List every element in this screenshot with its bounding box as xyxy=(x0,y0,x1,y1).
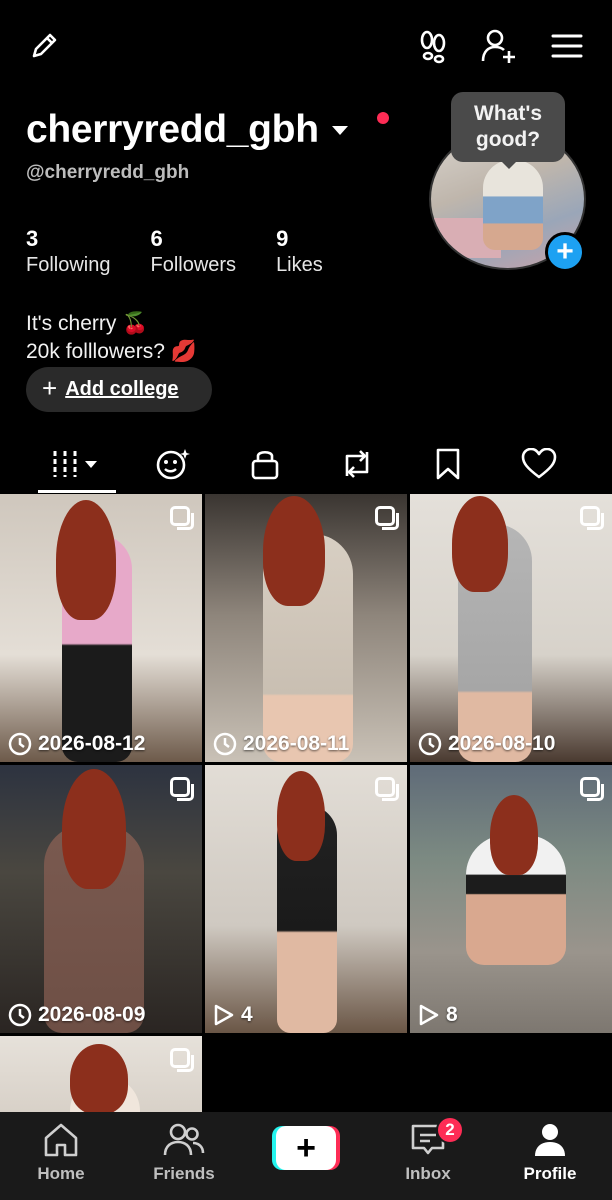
plus-icon: + xyxy=(556,235,574,268)
post-tile[interactable] xyxy=(0,1036,202,1112)
add-story-button[interactable]: + xyxy=(545,232,585,272)
clock-icon xyxy=(418,732,442,756)
stat-following[interactable]: 3 Following xyxy=(26,226,110,278)
multi-photo-icon xyxy=(375,777,399,801)
heart-icon xyxy=(521,448,557,479)
multi-photo-icon xyxy=(580,506,604,530)
tab-private[interactable] xyxy=(237,436,293,492)
add-college-button[interactable]: + Add college xyxy=(26,367,212,412)
post-date: 2026-08-12 xyxy=(38,732,146,755)
clock-icon xyxy=(8,732,32,756)
post-meta: 2026-08-12 xyxy=(8,732,145,756)
multi-photo-icon xyxy=(170,1048,194,1072)
nav-label: Inbox xyxy=(405,1164,451,1183)
post-meta: 8 xyxy=(418,1003,458,1027)
post-date: 2026-08-11 xyxy=(243,732,350,755)
stat-label: Following xyxy=(26,254,111,276)
nav-friends[interactable]: Friends xyxy=(124,1112,244,1200)
add-college-label: Add college xyxy=(65,378,179,400)
multi-photo-icon xyxy=(375,506,399,530)
play-icon xyxy=(419,1004,439,1026)
clock-icon xyxy=(213,732,237,756)
play-icon xyxy=(214,1004,234,1026)
nav-inbox[interactable]: Inbox xyxy=(368,1112,488,1200)
post-thumbnail-hair xyxy=(277,771,325,861)
post-meta: 2026-08-09 xyxy=(8,1003,145,1027)
nav-label: Friends xyxy=(153,1164,215,1183)
active-tab-indicator xyxy=(38,490,116,493)
avatar-photo-figure xyxy=(483,160,543,250)
videos-grid-icon xyxy=(53,451,97,477)
bio-line: 20k folllowers? 💋 xyxy=(26,340,197,363)
multi-photo-icon xyxy=(170,777,194,801)
create-button[interactable]: + xyxy=(272,1126,340,1170)
profile-stats: 3 Following 6 Followers 9 Likes xyxy=(26,226,363,278)
post-meta: 2026-08-10 xyxy=(418,732,555,756)
footprints-icon[interactable] xyxy=(413,26,453,66)
post-tile[interactable]: 2026-08-11 xyxy=(205,494,407,762)
nav-profile[interactable]: Profile xyxy=(490,1112,610,1200)
tab-liked[interactable] xyxy=(511,436,567,492)
edit-icon[interactable] xyxy=(26,28,62,64)
stat-value: 9 xyxy=(276,226,289,251)
tab-reposts-face[interactable] xyxy=(145,436,201,492)
stat-value: 6 xyxy=(150,226,163,251)
nav-label: Profile xyxy=(523,1164,577,1183)
lock-icon xyxy=(251,450,279,480)
post-meta: 4 xyxy=(213,1003,253,1027)
plus-icon: + xyxy=(276,1126,336,1170)
nav-home[interactable]: Home xyxy=(1,1112,121,1200)
post-date: 2026-08-09 xyxy=(38,1003,146,1026)
nav-label: Home xyxy=(37,1164,85,1183)
profile-bio: It's cherry 🍒 20k folllowers? 💋 xyxy=(26,310,197,366)
post-meta: 2026-08-11 xyxy=(213,732,349,756)
tab-videos[interactable] xyxy=(38,436,116,492)
multi-photo-icon xyxy=(170,506,194,530)
post-thumbnail-hair xyxy=(62,769,126,889)
stat-likes[interactable]: 9 Likes xyxy=(276,226,323,278)
post-thumbnail-hair xyxy=(56,500,116,620)
avatar-note-bubble[interactable]: What's good? xyxy=(451,92,565,162)
bubble-tail xyxy=(500,160,518,169)
username: cherryredd_gbh xyxy=(26,108,319,151)
repost-icon xyxy=(345,450,369,478)
stat-followers[interactable]: 6 Followers xyxy=(150,226,236,278)
tab-reposts[interactable] xyxy=(329,436,385,492)
home-icon xyxy=(44,1123,78,1157)
post-date: 2026-08-10 xyxy=(448,732,556,755)
bio-line: It's cherry 🍒 xyxy=(26,312,149,335)
post-thumbnail-hair xyxy=(263,496,325,606)
stat-label: Followers xyxy=(150,254,237,276)
post-thumbnail-hair xyxy=(452,496,508,592)
stat-label: Likes xyxy=(276,254,323,276)
post-tile[interactable]: 2026-08-10 xyxy=(410,494,612,762)
stat-value: 3 xyxy=(26,226,39,251)
user-handle: @cherryredd_gbh xyxy=(26,162,190,183)
post-thumbnail-hair xyxy=(70,1044,128,1112)
multi-photo-icon xyxy=(580,777,604,801)
profile-icon xyxy=(535,1124,565,1156)
post-tile[interactable]: 4 xyxy=(205,765,407,1033)
bottom-nav: Home Friends + Inbox Profile xyxy=(0,1112,612,1200)
inbox-badge: 2 xyxy=(436,1116,464,1144)
username-switcher[interactable]: cherryredd_gbh xyxy=(26,108,349,152)
clock-icon xyxy=(8,1003,32,1027)
notification-dot xyxy=(377,112,389,124)
post-tile[interactable]: 2026-08-09 xyxy=(0,765,202,1033)
tab-favorites[interactable] xyxy=(420,436,476,492)
profile-tabs xyxy=(0,436,612,494)
friends-icon xyxy=(163,1123,205,1156)
play-count: 4 xyxy=(241,1003,253,1026)
plus-icon: + xyxy=(42,373,58,403)
menu-icon[interactable] xyxy=(549,28,585,64)
play-count: 8 xyxy=(446,1003,458,1026)
add-friend-icon[interactable] xyxy=(479,26,519,66)
bookmark-icon xyxy=(436,448,460,480)
post-tile[interactable]: 2026-08-12 xyxy=(0,494,202,762)
post-thumbnail-hair xyxy=(490,795,538,875)
top-bar xyxy=(0,0,612,92)
reposts-face-icon xyxy=(156,449,190,480)
post-tile[interactable]: 8 xyxy=(410,765,612,1033)
chevron-down-icon xyxy=(331,124,349,142)
